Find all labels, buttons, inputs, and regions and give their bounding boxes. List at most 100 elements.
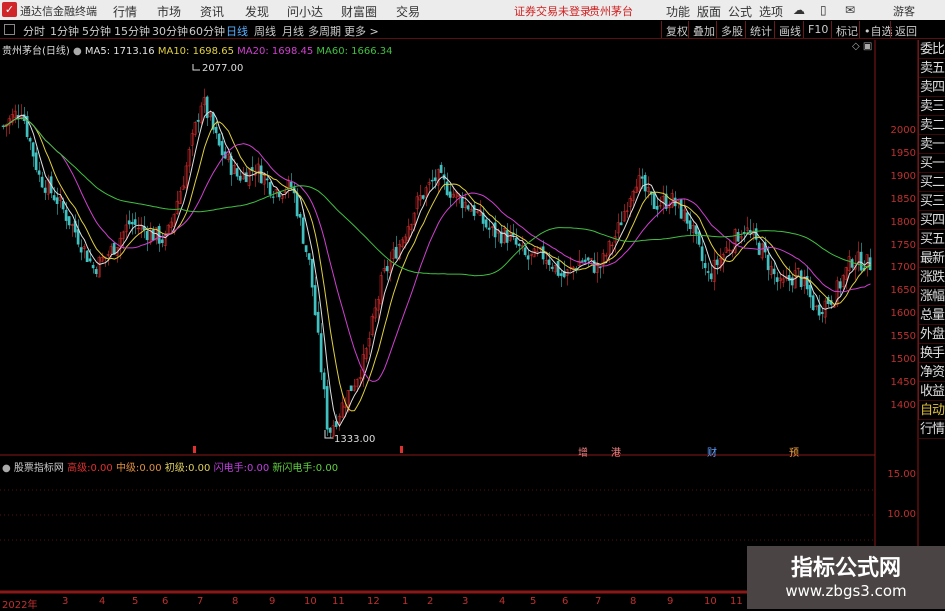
event-marker[interactable]: 预 — [789, 444, 799, 459]
candle-body — [454, 191, 458, 198]
candle-body — [760, 243, 764, 259]
sidebar-item[interactable]: 总量 — [919, 306, 945, 325]
candle-body — [13, 110, 17, 118]
candle-body — [400, 239, 404, 247]
indicator-label: 闪电手: — [213, 463, 247, 474]
candle-body — [175, 200, 179, 214]
sidebar-item[interactable]: 最新 — [919, 249, 945, 268]
candle-body — [610, 244, 614, 247]
candle-body — [583, 259, 587, 263]
sidebar-item[interactable]: 卖四 — [919, 78, 945, 97]
date-axis-label: 10 — [704, 596, 717, 607]
candle-body — [724, 247, 728, 253]
candle-body — [148, 229, 152, 244]
sidebar-item[interactable]: 卖一 — [919, 135, 945, 154]
candle-body — [463, 201, 467, 208]
candle-body — [37, 170, 41, 175]
sidebar-item[interactable]: 卖三 — [919, 97, 945, 116]
candle-body — [772, 268, 776, 275]
date-axis-label: 7 — [595, 596, 602, 607]
sidebar-item[interactable]: 卖二 — [919, 116, 945, 135]
sidebar-item[interactable]: 买五 — [919, 230, 945, 249]
candle-body — [316, 311, 320, 333]
settings-circle-icon[interactable]: ● — [2, 463, 11, 474]
date-axis-label: 4 — [499, 596, 506, 607]
candle-body — [787, 274, 791, 281]
candle-body — [628, 198, 632, 207]
candle-body — [694, 225, 698, 235]
price-axis-label: 1600 — [890, 308, 916, 320]
sidebar-item[interactable]: 收益 — [919, 382, 945, 401]
event-marker-icon — [193, 446, 196, 453]
watermark-url: www.zbgs3.com — [785, 582, 907, 600]
sidebar-item[interactable]: 净资 — [919, 363, 945, 382]
sidebar-item[interactable]: 买一 — [919, 154, 945, 173]
ma5-line — [3, 110, 871, 428]
candle-body — [214, 126, 218, 134]
candle-body — [469, 209, 473, 212]
date-axis-label: 4 — [99, 596, 106, 607]
indicator-label: 高级: — [67, 463, 91, 474]
candle-body — [427, 182, 431, 185]
event-marker[interactable]: 港 — [611, 444, 621, 459]
sidebar-item[interactable]: 买四 — [919, 211, 945, 230]
candle-body — [460, 196, 464, 209]
sidebar-item[interactable]: 行情 — [919, 420, 945, 439]
candle-body — [244, 172, 248, 183]
sidebar-item[interactable]: 买二 — [919, 173, 945, 192]
candle-body — [394, 246, 398, 259]
sidebar-item[interactable]: 买三 — [919, 192, 945, 211]
candle-body — [448, 191, 452, 198]
candle-body — [778, 277, 782, 281]
sidebar-item[interactable]: 涨跌 — [919, 268, 945, 287]
candle-body — [547, 259, 551, 265]
sidebar-item[interactable]: 外盘 — [919, 325, 945, 344]
price-axis-label: 1900 — [890, 170, 916, 182]
sidebar-item[interactable]: 卖五 — [919, 59, 945, 78]
candle-body — [706, 271, 710, 273]
sidebar-item[interactable]: 涨幅 — [919, 287, 945, 306]
candle-body — [688, 220, 692, 229]
candle-body — [697, 231, 701, 245]
indicator-value: 0.00 — [139, 463, 162, 474]
sidebar-item[interactable]: 自动 — [919, 401, 945, 420]
candle-body — [841, 275, 845, 287]
candle-body — [283, 190, 287, 193]
kline-chart[interactable] — [0, 0, 945, 609]
date-axis-label: 1 — [402, 596, 409, 607]
candle-body — [391, 249, 395, 259]
date-axis-label: 11 — [332, 596, 345, 607]
candle-body — [145, 230, 149, 241]
candle-body — [307, 253, 311, 260]
event-marker[interactable]: 增 — [578, 444, 588, 459]
price-axis-label: 1800 — [890, 216, 916, 228]
candle-body — [607, 241, 611, 255]
candle-body — [709, 273, 713, 280]
candle-body — [859, 251, 863, 271]
candle-body — [100, 257, 104, 262]
candle-body — [256, 163, 260, 173]
candle-body — [652, 191, 656, 210]
candle-body — [865, 254, 869, 268]
indicator-label: 初级: — [164, 463, 189, 474]
candle-body — [97, 257, 101, 278]
ma10-line — [3, 117, 871, 412]
candle-body — [91, 264, 95, 269]
date-axis-label: 2 — [427, 596, 434, 607]
indicator-label: 中级: — [115, 463, 140, 474]
sidebar-item[interactable]: 换手 — [919, 344, 945, 363]
sidebar-item[interactable]: 委比 — [919, 40, 945, 59]
candle-body — [328, 427, 332, 433]
candle-body — [40, 176, 44, 188]
candle-body — [358, 377, 362, 380]
event-marker[interactable]: 财 — [707, 444, 717, 459]
candle-body — [262, 175, 266, 185]
candle-body — [181, 185, 185, 190]
candle-body — [238, 175, 242, 181]
price-axis-label: 2000 — [890, 125, 916, 136]
price-axis-label: 1850 — [890, 193, 916, 205]
date-axis-label: 8 — [630, 596, 637, 607]
candle-body — [625, 210, 629, 212]
candle-body — [412, 212, 416, 225]
price-axis-label: 1950 — [890, 147, 916, 159]
